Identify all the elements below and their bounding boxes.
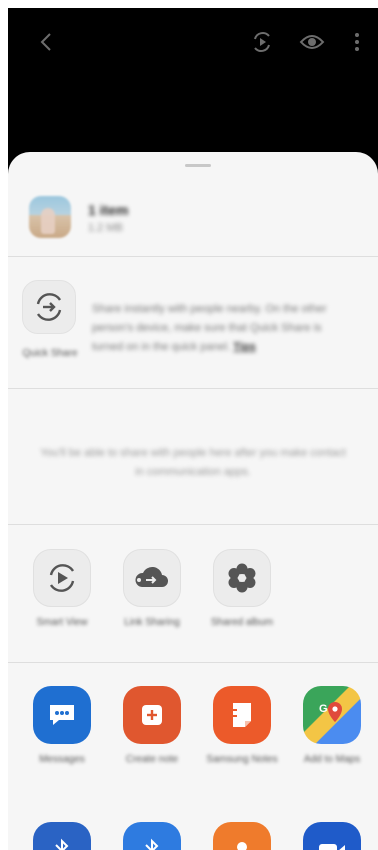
link-sharing-icon <box>123 549 181 607</box>
smart-view-icon <box>33 549 91 607</box>
option-label: Link Sharing <box>124 617 180 628</box>
app-video[interactable] <box>293 822 371 850</box>
shared-file-row: 1 item 1.2 MB <box>8 180 378 256</box>
app-maps[interactable]: G Add to Maps <box>293 686 371 766</box>
option-shared-album[interactable]: Shared album <box>203 549 281 629</box>
option-label: Shared album <box>210 617 274 628</box>
share-sheet: 1 item 1.2 MB Quick Share Share instantl… <box>8 152 378 850</box>
app-samsung-notes[interactable]: Samsung Notes <box>203 686 281 766</box>
quick-share-label: Quick Share <box>22 348 78 359</box>
contact-icon <box>213 822 271 850</box>
quick-share-text: Share instantly with people nearby. On t… <box>92 303 327 353</box>
maps-icon: G <box>303 686 361 744</box>
bluetooth-icon <box>33 822 91 850</box>
video-icon <box>303 822 361 850</box>
sheet-handle[interactable] <box>185 164 211 167</box>
divider <box>8 388 378 389</box>
quick-share-icon <box>36 293 62 321</box>
shared-album-icon <box>213 549 271 607</box>
bluetooth-icon <box>123 822 181 850</box>
top-bar <box>8 8 378 76</box>
file-thumbnail <box>29 196 71 238</box>
option-link-sharing[interactable]: Link Sharing <box>113 549 191 629</box>
app-label: Create note <box>125 754 179 765</box>
messages-icon <box>33 686 91 744</box>
contacts-empty-message: You'll be able to share with people here… <box>40 447 346 478</box>
tips-link[interactable]: Tips <box>233 341 255 353</box>
more-vertical-icon[interactable] <box>343 28 371 56</box>
app-label: Samsung Notes <box>206 754 278 765</box>
quick-share-button[interactable] <box>22 280 76 334</box>
create-note-icon <box>123 686 181 744</box>
option-smart-view[interactable]: Smart View <box>23 549 101 629</box>
app-label: Messages <box>39 754 85 765</box>
divider <box>8 662 378 663</box>
app-bluetooth[interactable] <box>23 822 101 850</box>
divider <box>8 524 378 525</box>
app-messages[interactable]: Messages <box>23 686 101 766</box>
app-label: Add to Maps <box>303 754 361 765</box>
eye-icon[interactable] <box>298 28 326 56</box>
svg-text:G: G <box>319 703 328 715</box>
file-size: 1.2 MB <box>88 222 123 234</box>
app-contact[interactable] <box>203 822 281 850</box>
divider <box>8 256 378 257</box>
screen: 1 item 1.2 MB Quick Share Share instantl… <box>8 8 378 850</box>
rotate-icon[interactable] <box>248 28 276 56</box>
app-create-note[interactable]: Create note <box>113 686 191 766</box>
app-bluetooth[interactable] <box>113 822 191 850</box>
back-icon[interactable] <box>32 28 60 56</box>
quick-share-description: Share instantly with people nearby. On t… <box>92 300 352 357</box>
samsung-notes-icon <box>213 686 271 744</box>
option-label: Smart View <box>36 617 88 628</box>
file-title: 1 item <box>88 202 129 218</box>
